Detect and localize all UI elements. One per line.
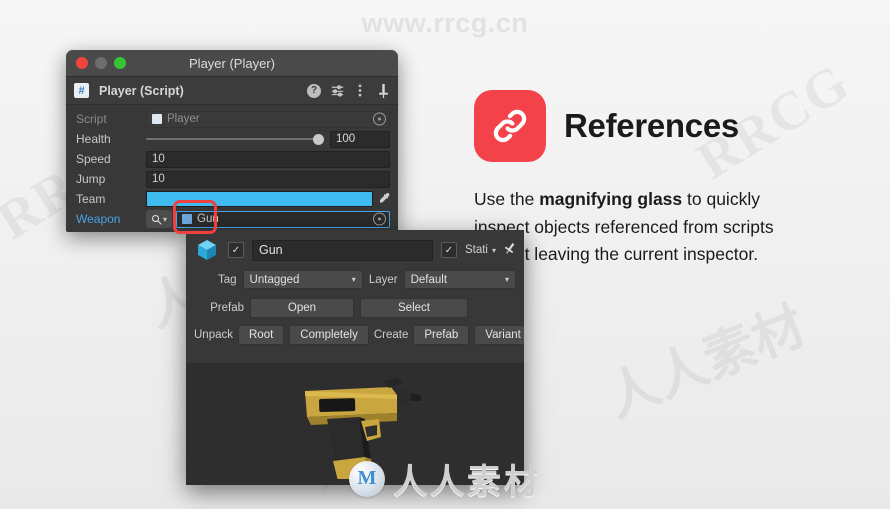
static-label: Stati xyxy=(464,244,488,256)
component-header-icons: ? xyxy=(307,83,390,98)
property-label: Speed xyxy=(76,152,111,166)
prefab-row: Prefab Open Select xyxy=(194,298,516,318)
chevron-down-icon: ▾ xyxy=(504,275,509,284)
body-text-bold: magnifying glass xyxy=(539,189,683,209)
page-title: References xyxy=(564,107,739,144)
tag-layer-row: Tag Untagged ▾ Layer Default ▾ xyxy=(194,270,516,289)
property-row-speed: Speed 10 xyxy=(66,149,398,169)
property-label: Team xyxy=(76,192,106,206)
watermark-tile: 人人素材 xyxy=(598,295,814,430)
player-inspector-window: Player (Player) Player (Script) ? xyxy=(66,50,398,232)
screenshot-stage: RRCG 人人素材 RRCG 人人素材 RRCG www.rrcg.cn Ref… xyxy=(0,0,890,509)
script-asset-icon xyxy=(152,114,162,124)
static-flags-dropdown[interactable]: Stati ▾ xyxy=(465,244,496,256)
pin-icon[interactable] xyxy=(376,83,390,98)
chevron-down-icon: ▾ xyxy=(162,214,167,224)
prefab-select-button[interactable]: Select xyxy=(360,298,468,318)
script-file-icon xyxy=(74,83,89,98)
property-list: Script Player Health 100 Speed 10 Jump 1… xyxy=(66,105,398,229)
tag-label: Tag xyxy=(218,273,237,286)
property-row-script: Script Player xyxy=(66,109,398,129)
component-header[interactable]: Player (Script) ? xyxy=(66,77,398,105)
references-header: References xyxy=(474,90,804,162)
eyedropper-icon[interactable] xyxy=(377,192,390,207)
gameobject-enabled-checkbox[interactable]: ✓ xyxy=(228,242,244,258)
create-prefab-button[interactable]: Prefab xyxy=(413,325,470,345)
weapon-object-field[interactable]: Gun xyxy=(176,210,390,228)
slider-track xyxy=(146,138,324,140)
unpack-root-button[interactable]: Root xyxy=(238,325,285,345)
object-picker-icon[interactable] xyxy=(373,112,386,126)
gameobject-name-input[interactable]: Gun xyxy=(252,239,433,261)
unpack-label: Unpack xyxy=(194,329,233,341)
link-chain-icon xyxy=(474,90,546,162)
prefab-unpack-row: Unpack Root Completely Create Prefab Var… xyxy=(194,325,524,345)
gun-inspector-window: ✓ Gun ✓ Stati ▾ Tag Untagged ▾ Layer Def… xyxy=(186,230,524,485)
kebab-menu-icon[interactable] xyxy=(353,84,367,98)
property-row-health: Health 100 xyxy=(66,129,398,149)
property-label: Script xyxy=(76,112,107,126)
prefab-label: Prefab xyxy=(210,302,244,314)
create-variant-button[interactable]: Variant xyxy=(474,325,524,345)
gun-inspector-header: ✓ Gun ✓ Stati ▾ Tag Untagged ▾ Layer Def… xyxy=(186,230,524,345)
speed-input[interactable]: 10 xyxy=(146,150,390,168)
health-slider[interactable] xyxy=(146,132,324,147)
tag-value: Untagged xyxy=(249,273,300,286)
window-title: Player (Player) xyxy=(189,55,275,71)
gameobject-header-row: ✓ Gun ✓ Stati ▾ xyxy=(194,237,516,263)
health-value-input[interactable]: 100 xyxy=(330,130,390,148)
static-checkbox[interactable]: ✓ xyxy=(440,242,457,258)
unpack-completely-button[interactable]: Completely xyxy=(289,325,369,345)
chevron-down-icon: ▾ xyxy=(351,275,356,284)
layer-value: Default xyxy=(410,273,448,286)
magnifying-glass-icon[interactable]: ▾ xyxy=(146,210,172,228)
help-icon[interactable]: ? xyxy=(307,83,321,98)
jump-input[interactable]: 10 xyxy=(146,170,390,188)
create-label: Create xyxy=(373,329,409,341)
team-color-swatch[interactable] xyxy=(146,191,373,207)
property-label: Jump xyxy=(76,172,106,186)
slider-knob[interactable] xyxy=(313,133,324,145)
prefab-open-button[interactable]: Open xyxy=(250,298,354,318)
gameobject-icon xyxy=(182,214,192,224)
property-value: Player xyxy=(167,113,200,125)
property-row-weapon: Weapon ▾ Gun xyxy=(66,209,398,229)
object-picker-icon[interactable] xyxy=(373,212,386,226)
pin-icon[interactable] xyxy=(504,242,516,258)
layer-dropdown[interactable]: Default ▾ xyxy=(403,270,516,289)
tag-dropdown[interactable]: Untagged ▾ xyxy=(242,270,363,289)
asset-preview-pane[interactable] xyxy=(186,363,524,485)
watermark-top-url: www.rrcg.cn xyxy=(361,8,529,38)
script-object-field[interactable]: Player xyxy=(146,110,390,128)
property-row-jump: Jump 10 xyxy=(66,169,398,189)
body-text-prefix: Use the xyxy=(474,189,540,209)
chevron-down-icon: ▾ xyxy=(491,245,496,255)
property-value: Gun xyxy=(197,213,219,225)
cube-prefab-icon[interactable] xyxy=(194,237,220,263)
property-label: Weapon xyxy=(76,212,121,226)
window-title-bar[interactable]: Player (Player) xyxy=(66,50,398,77)
component-title: Player (Script) xyxy=(99,83,184,98)
preset-icon[interactable] xyxy=(330,84,344,98)
property-row-team: Team xyxy=(66,189,398,209)
layer-label: Layer xyxy=(368,273,398,286)
property-label: Health xyxy=(76,132,111,146)
gun-3d-model-preview xyxy=(305,375,421,479)
